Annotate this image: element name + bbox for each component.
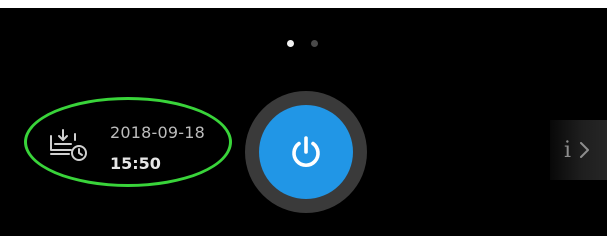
top-border [0, 0, 607, 8]
info-tab-button[interactable]: i [550, 120, 607, 180]
schedule-time: 15:50 [110, 154, 161, 173]
chevron-right-icon [580, 142, 590, 158]
page-dot-inactive[interactable] [311, 40, 318, 47]
power-button[interactable] [259, 105, 353, 199]
power-icon [292, 136, 320, 167]
tub-download-clock-icon [50, 129, 87, 161]
schedule-date: 2018-09-18 [110, 123, 205, 142]
bottom-border [0, 236, 607, 242]
page-indicator [287, 40, 318, 47]
power-button-ring [245, 91, 367, 213]
page-dot-active[interactable] [287, 40, 294, 47]
info-label: i [564, 137, 572, 163]
